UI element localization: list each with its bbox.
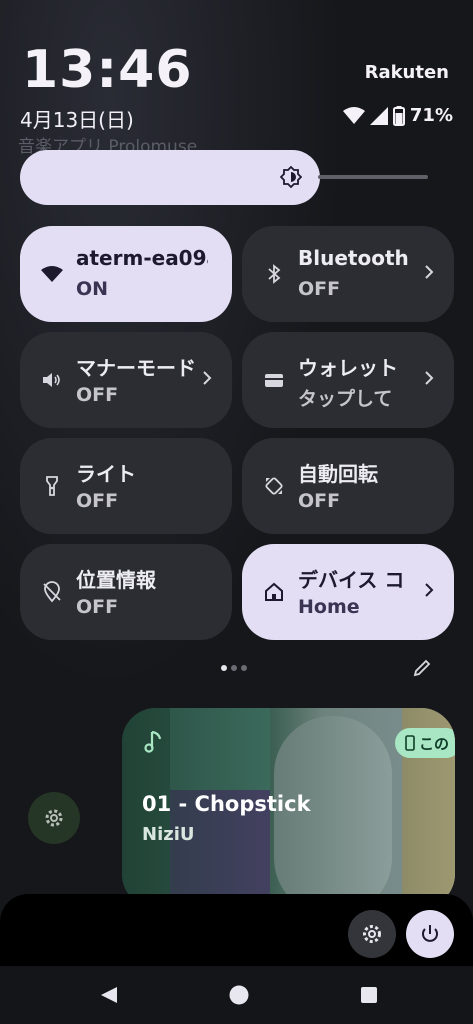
tile-bluetooth[interactable]: Bluetooth OFF — [242, 226, 454, 322]
gear-icon — [363, 925, 381, 943]
tile-silent-mode[interactable]: マナーモード OFF — [20, 332, 232, 428]
wifi-icon — [41, 266, 63, 282]
quick-settings-footer — [0, 894, 473, 966]
location-off-icon — [43, 581, 61, 603]
flashlight-icon — [46, 476, 58, 496]
home-nav-icon[interactable] — [229, 985, 249, 1005]
status-icons: 71% — [342, 105, 453, 126]
gear-icon — [45, 809, 63, 827]
tile-location[interactable]: 位置情報 OFF — [20, 544, 232, 640]
tile-wallet[interactable]: ウォレット タップして — [242, 332, 454, 428]
tile-title: デバイス コ — [298, 568, 405, 592]
back-icon[interactable] — [99, 985, 119, 1005]
tile-state: OFF — [76, 490, 119, 512]
power-button[interactable] — [406, 910, 454, 958]
phone-icon — [405, 735, 415, 751]
rotate-icon — [265, 477, 283, 495]
tile-title: ウォレット — [298, 356, 398, 380]
tile-state: ON — [76, 278, 109, 300]
bluetooth-icon — [268, 264, 281, 284]
track-title: 01 - Chopstick — [142, 792, 311, 816]
page-dot — [241, 665, 247, 671]
home-icon — [265, 582, 283, 601]
tile-state: タップして — [298, 388, 393, 410]
navigation-bar — [0, 966, 473, 1024]
tile-title: Bluetooth — [298, 246, 409, 270]
tile-title: aterm-ea09a — [76, 246, 208, 270]
page-dot — [231, 665, 237, 671]
tile-state: OFF — [76, 596, 119, 618]
line-app-icon[interactable] — [28, 792, 80, 844]
tile-title: 自動回転 — [298, 462, 378, 486]
wifi-status-icon — [342, 106, 365, 124]
music-note-icon — [144, 730, 162, 753]
edit-pencil-icon[interactable] — [412, 658, 432, 678]
tile-auto-rotate[interactable]: 自動回転 OFF — [242, 438, 454, 534]
recents-icon[interactable] — [360, 985, 378, 1005]
carrier-label: Rakuten — [364, 62, 449, 83]
brightness-icon — [280, 166, 302, 188]
track-artist: NiziU — [142, 824, 195, 845]
chevron-right-icon — [203, 371, 212, 385]
power-icon — [422, 925, 438, 942]
output-device-label: この — [418, 734, 449, 753]
tile-state: Home — [298, 596, 360, 618]
brightness-slider[interactable] — [20, 150, 320, 205]
tile-wifi[interactable]: aterm-ea09a ON — [20, 226, 232, 322]
signal-icon — [369, 106, 388, 125]
tile-state: OFF — [76, 384, 119, 406]
chevron-right-icon — [425, 265, 434, 279]
chevron-right-icon — [425, 371, 434, 385]
volume-icon — [43, 373, 60, 387]
media-player-card[interactable]: この 01 - Chopstick NiziU — [122, 708, 455, 908]
settings-button[interactable] — [348, 910, 396, 958]
tile-state: OFF — [298, 278, 341, 300]
page-indicator[interactable] — [221, 665, 247, 671]
page-dot — [221, 665, 227, 671]
tile-title: 位置情報 — [76, 568, 156, 592]
date: 4月13日(日) — [20, 108, 134, 132]
battery-percent: 71% — [409, 105, 453, 126]
output-device-chip[interactable]: この — [394, 728, 455, 758]
tile-title: ライト — [76, 462, 136, 486]
tile-title: マナーモード — [76, 356, 196, 380]
brightness-track[interactable] — [318, 175, 428, 179]
battery-icon — [392, 105, 405, 126]
clock: 13:46 — [22, 40, 193, 100]
tile-device-controls[interactable]: デバイス コ Home — [242, 544, 454, 640]
tile-flashlight[interactable]: ライト OFF — [20, 438, 232, 534]
tile-state: OFF — [298, 490, 341, 512]
wallet-icon — [265, 374, 283, 387]
chevron-right-icon — [425, 583, 434, 597]
